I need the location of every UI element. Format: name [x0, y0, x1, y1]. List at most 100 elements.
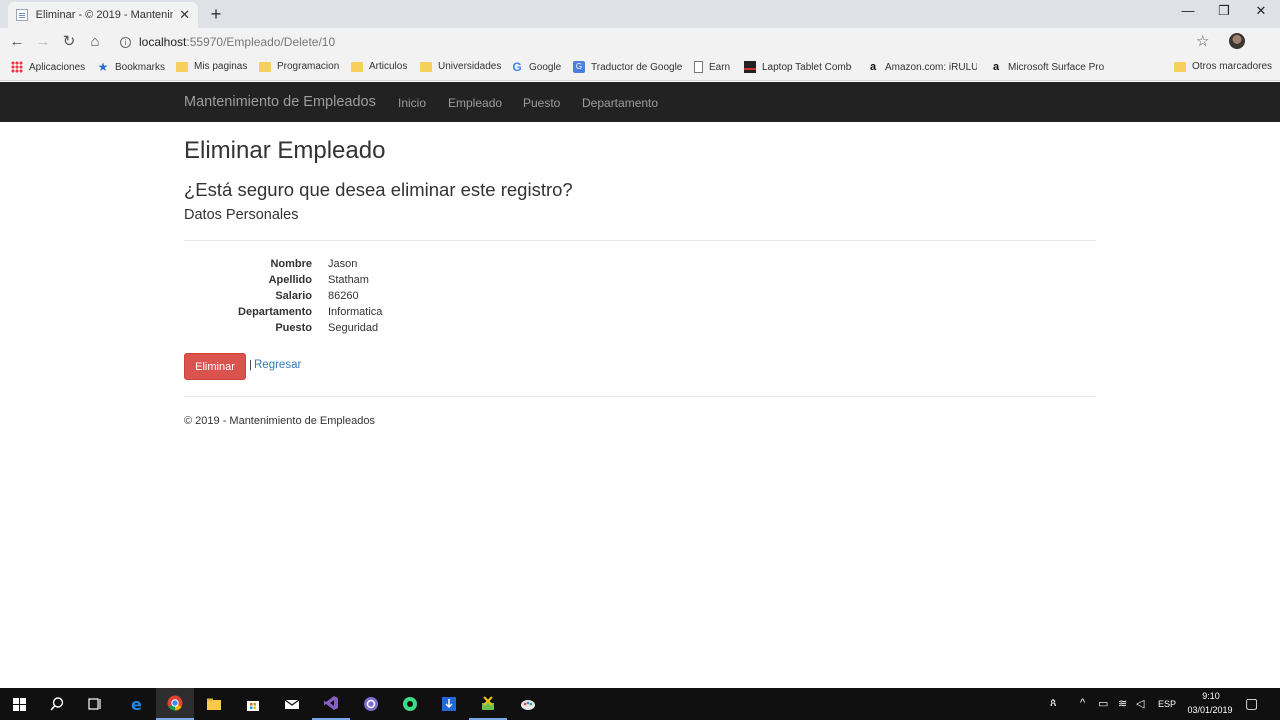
- page-favicon-icon: [16, 9, 28, 21]
- close-window-button[interactable]: ✕: [1243, 3, 1279, 19]
- minimize-button[interactable]: —: [1170, 3, 1206, 18]
- amazon-icon: a: [869, 61, 877, 73]
- back-link[interactable]: Regresar: [254, 359, 301, 371]
- field-label-salario: Salario: [275, 290, 312, 302]
- restore-button[interactable]: ❐: [1206, 3, 1242, 19]
- bookmark-mis-paginas[interactable]: Mis paginas: [176, 61, 247, 72]
- folder-icon: [420, 61, 432, 72]
- url-input[interactable]: i localhost:55970/Empleado/Delete/10: [112, 31, 1252, 53]
- bookmark-surface[interactable]: a Microsoft Surface Pro: [990, 61, 1104, 73]
- divider: [184, 240, 1096, 241]
- tab-title: Eliminar - © 2019 - Mantenimiento: [35, 9, 173, 21]
- bookmark-star-icon[interactable]: ☆: [1196, 32, 1209, 50]
- translate-icon: G: [573, 61, 585, 73]
- bookmark-label: Google: [529, 61, 562, 73]
- start-button[interactable]: [0, 688, 38, 720]
- notifications-icon[interactable]: ▢: [1245, 695, 1258, 712]
- navbar-brand[interactable]: Mantenimiento de Empleados: [184, 94, 376, 110]
- bookmarks-bar: Aplicaciones ★ Bookmarks Mis paginas Prog…: [0, 56, 1280, 81]
- bookmark-label: Amazon.com: iRULU: [885, 61, 977, 73]
- battery-icon[interactable]: ▭: [1098, 697, 1108, 710]
- tab-close-icon[interactable]: ✕: [179, 7, 190, 23]
- tools-icon: [482, 696, 494, 710]
- volume-icon[interactable]: ◁: [1136, 697, 1144, 710]
- section-title: Datos Personales: [184, 207, 299, 223]
- app-circle-icon: [364, 697, 378, 711]
- taskbar-mail[interactable]: [273, 688, 311, 720]
- download-app-icon: [442, 697, 456, 711]
- profile-avatar[interactable]: [1229, 33, 1245, 49]
- taskbar-app-circle[interactable]: [352, 688, 390, 720]
- paint-icon: [521, 700, 535, 710]
- browser-tab[interactable]: Eliminar - © 2019 - Mantenimiento ✕: [8, 2, 198, 28]
- bookmark-label: Articulos: [369, 61, 408, 72]
- tray-chevron-up-icon[interactable]: ^: [1080, 697, 1085, 709]
- bookmark-label: Otros marcadores: [1192, 61, 1273, 72]
- edge-icon: e: [131, 696, 142, 712]
- field-label-departamento: Departamento: [238, 306, 312, 318]
- taskbar-chrome[interactable]: [156, 688, 194, 720]
- delete-button[interactable]: Eliminar: [184, 353, 246, 380]
- clock-time[interactable]: 9:10: [1196, 691, 1226, 701]
- bookmark-amazon-irulu[interactable]: a Amazon.com: iRULU: [867, 61, 977, 73]
- bookmark-bookmarks[interactable]: ★ Bookmarks: [97, 61, 165, 73]
- bookmark-universidades[interactable]: Universidades: [420, 61, 501, 72]
- taskbar-paint[interactable]: [509, 688, 547, 720]
- reload-icon[interactable]: ↻: [58, 32, 80, 52]
- back-arrow-icon[interactable]: ←: [6, 32, 28, 52]
- bookmark-articulos[interactable]: Articulos: [351, 61, 407, 72]
- page-icon: [694, 61, 703, 73]
- search-button[interactable]: [38, 688, 76, 720]
- field-label-nombre: Nombre: [270, 258, 312, 270]
- taskbar-edge[interactable]: e: [118, 688, 156, 720]
- bookmark-label: Bookmarks: [115, 61, 166, 73]
- site-navbar: Mantenimiento de Empleados Inicio Emplea…: [0, 82, 1280, 122]
- nav-link-empleado[interactable]: Empleado: [448, 96, 502, 110]
- bookmark-laptop[interactable]: Laptop Tablet Combo: [744, 61, 852, 73]
- taskbar-app-download[interactable]: [430, 688, 468, 720]
- mail-icon: [284, 699, 300, 709]
- google-icon: G: [512, 60, 522, 74]
- taskbar-visual-studio[interactable]: [312, 688, 350, 720]
- bookmark-earn[interactable]: Earn: [694, 61, 730, 73]
- taskbar-tools[interactable]: [469, 688, 507, 720]
- new-tab-button[interactable]: +: [205, 4, 227, 24]
- home-icon[interactable]: ⌂: [84, 32, 106, 52]
- taskbar-android-studio[interactable]: [391, 688, 429, 720]
- bookmark-otros-marcadores[interactable]: Otros marcadores: [1174, 61, 1272, 72]
- svg-text:e: e: [131, 696, 142, 712]
- field-label-puesto: Puesto: [275, 322, 312, 334]
- bookmark-label: Traductor de Google: [591, 61, 683, 73]
- bookmark-aplicaciones[interactable]: Aplicaciones: [11, 61, 85, 73]
- android-studio-icon: [403, 697, 417, 711]
- people-icon[interactable]: ጰ: [1050, 697, 1057, 710]
- task-view-button[interactable]: [76, 688, 114, 720]
- url-path: :55970/Empleado/Delete/10: [186, 35, 336, 49]
- apps-icon: [11, 61, 23, 73]
- forward-arrow-icon[interactable]: →: [32, 32, 54, 52]
- language-indicator[interactable]: ESP: [1158, 699, 1176, 709]
- field-label-apellido: Apellido: [268, 274, 312, 286]
- taskbar-file-explorer[interactable]: [195, 688, 233, 720]
- wifi-icon[interactable]: ≋: [1118, 697, 1127, 710]
- task-view-icon: [88, 698, 101, 710]
- taskbar-store[interactable]: [234, 688, 272, 720]
- nav-link-inicio[interactable]: Inicio: [398, 96, 426, 110]
- bookmark-programacion[interactable]: Programacion: [259, 61, 339, 72]
- visual-studio-icon: [324, 696, 338, 710]
- browser-tab-strip: Eliminar - © 2019 - Mantenimiento ✕ + — …: [0, 0, 1280, 28]
- bookmark-label: Aplicaciones: [29, 61, 86, 73]
- clock-date[interactable]: 03/01/2019: [1184, 705, 1236, 715]
- amazon-icon: a: [992, 61, 1000, 73]
- folder-icon: [207, 698, 221, 710]
- bookmark-label: Programacion: [277, 61, 340, 72]
- store-icon: [247, 701, 259, 711]
- nav-link-departamento[interactable]: Departamento: [582, 96, 658, 110]
- page-title: Eliminar Empleado: [184, 137, 386, 164]
- nav-link-puesto[interactable]: Puesto: [523, 96, 560, 110]
- bookmark-google[interactable]: G Google: [511, 61, 561, 73]
- site-info-icon[interactable]: i: [120, 36, 131, 48]
- field-value-nombre: Jason: [328, 258, 358, 270]
- bookmark-traductor[interactable]: G Traductor de Google: [573, 61, 682, 73]
- windows-logo-icon: [12, 697, 26, 711]
